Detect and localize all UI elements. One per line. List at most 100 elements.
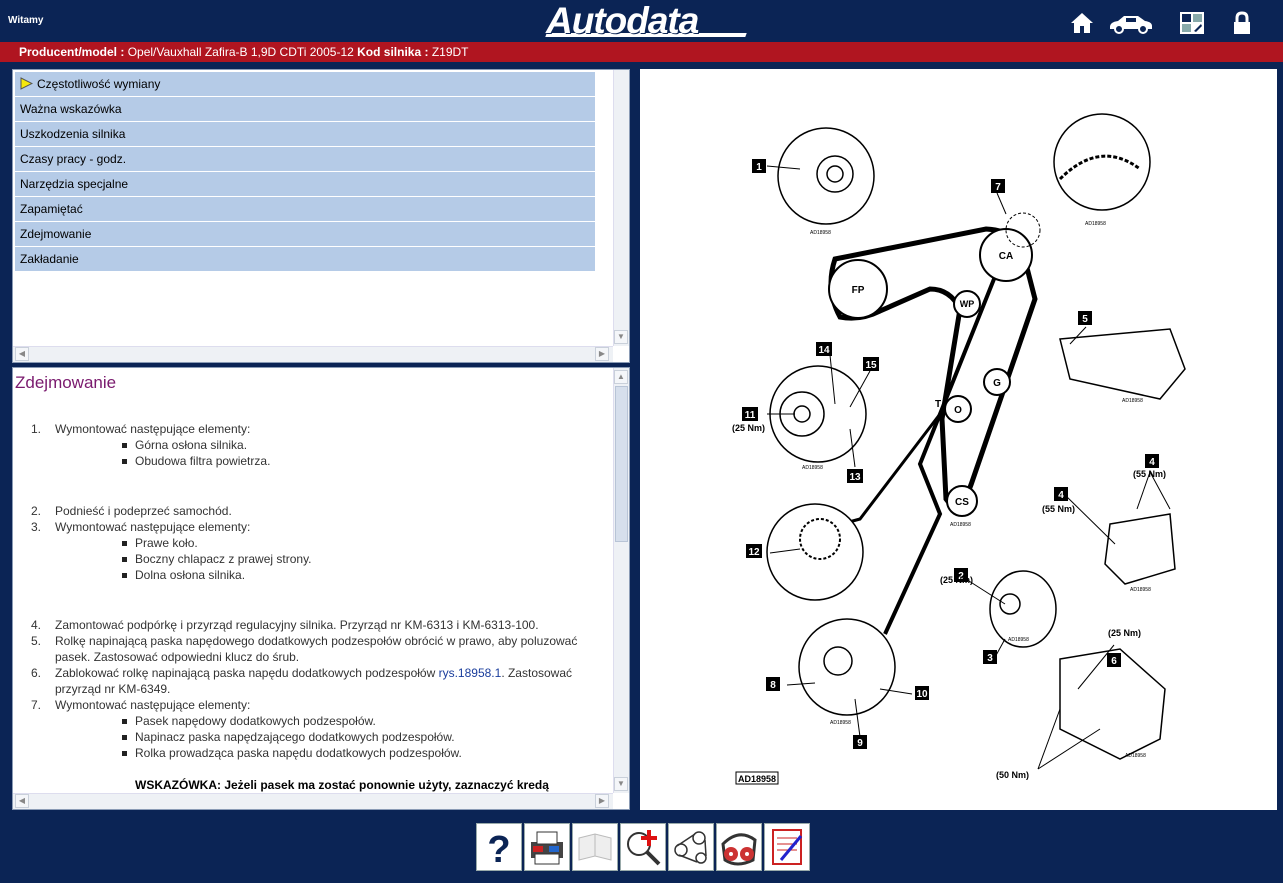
pulley-fp: FP	[828, 259, 888, 319]
pulley-g: G	[983, 368, 1011, 396]
svg-text:?: ?	[487, 829, 510, 870]
scroll-left-icon[interactable]: ◀	[15, 794, 29, 808]
menu-item-removal[interactable]: Zdejmowanie	[15, 222, 595, 246]
torque-4a: (55 Nm)	[1133, 469, 1166, 479]
callout-3: 3	[987, 653, 993, 664]
menu-item-label: Ważna wskazówka	[20, 102, 122, 116]
print-icon[interactable]	[524, 823, 570, 871]
model-value: Opel/Vauxhall Zafira-B 1,9D CDTi 2005-12	[127, 45, 354, 59]
lock-icon[interactable]	[1228, 10, 1256, 36]
list-item: Górna osłona silnika.	[13, 437, 613, 453]
callout-5: 5	[1082, 314, 1088, 325]
scroll-up-icon[interactable]: ▲	[614, 370, 628, 384]
callout-7: 7	[995, 182, 1001, 193]
scroll-left-icon[interactable]: ◀	[15, 347, 29, 361]
scroll-down-icon[interactable]: ▼	[614, 330, 628, 344]
step-2: 2. Podnieść i podeprzeć samochód.	[31, 504, 232, 518]
callout-4b: 4	[1058, 490, 1064, 501]
callout-1: 1	[756, 162, 762, 173]
callout-6: 6	[1111, 656, 1117, 667]
inset-ref: AD18958	[1008, 637, 1029, 643]
figure-link[interactable]: rys.18958.1	[439, 666, 502, 680]
menu-list: Częstotliwość wymiany Ważna wskazówka Us…	[15, 72, 595, 272]
list-item: Rolka prowadząca paska napędu dodatkowyc…	[13, 745, 613, 761]
pulley-o: O	[944, 395, 972, 423]
toolbar: ?	[476, 823, 811, 871]
list-item: Napinacz paska napędzającego dodatkowych…	[13, 729, 613, 745]
callout-12: 12	[748, 547, 760, 558]
vehicle-select-icon[interactable]	[1178, 10, 1206, 36]
menu-vertical-scrollbar[interactable]: ▼	[613, 70, 629, 346]
menu-item-labour-times[interactable]: Czasy pracy - godz.	[15, 147, 595, 171]
notes-icon[interactable]	[572, 823, 618, 871]
callout-10: 10	[916, 689, 928, 700]
torque-2: (25 Nm)	[940, 575, 973, 585]
menu-panel: Częstotliwość wymiany Ważna wskazówka Us…	[12, 69, 630, 363]
detail-inset-7	[1053, 113, 1151, 211]
scroll-right-icon[interactable]: ▶	[595, 794, 609, 808]
car-icon[interactable]	[1106, 10, 1156, 36]
menu-item-engine-damage[interactable]: Uszkodzenia silnika	[15, 122, 595, 146]
menu-item-installation[interactable]: Zakładanie	[15, 247, 595, 271]
torque-4b: (55 Nm)	[1042, 504, 1075, 514]
menu-item-replacement-interval[interactable]: Częstotliwość wymiany	[15, 72, 595, 96]
pulley-cs-label: CS	[955, 497, 969, 508]
procedure-steps: 1. Wymontować następujące elementy: Górna…	[13, 421, 613, 793]
menu-item-special-tools[interactable]: Narzędzia specjalne	[15, 172, 595, 196]
menu-item-important-note[interactable]: Ważna wskazówka	[15, 97, 595, 121]
pulley-o-label: O	[954, 405, 962, 416]
menu-horizontal-scrollbar[interactable]: ◀ ▶	[13, 346, 613, 362]
procedure-title: Zdejmowanie	[15, 373, 117, 392]
diagram-reference: AD18958	[738, 774, 776, 784]
torque-6a: (25 Nm)	[1108, 628, 1141, 638]
callout-15: 15	[865, 360, 877, 371]
pulley-g-label: G	[993, 378, 1001, 389]
menu-item-label: Zakładanie	[20, 252, 79, 266]
callout-13: 13	[849, 472, 861, 483]
checklist-icon[interactable]	[764, 823, 810, 871]
procedure-vertical-scrollbar[interactable]: ▲ ▼	[613, 368, 629, 793]
scroll-thumb[interactable]	[615, 386, 628, 542]
inset-ref: AD18958	[1085, 221, 1106, 227]
detail-inset-12	[766, 503, 864, 601]
pulley-cs: CS	[946, 485, 978, 517]
vehicle-info-bar: Producent/model : Opel/Vauxhall Zafira-B…	[0, 42, 1283, 62]
pulley-wp: WP	[953, 290, 981, 318]
top-header: Witamy Autodata	[0, 0, 1283, 42]
mount-4	[1104, 513, 1176, 585]
engine-value: Z19DT	[431, 45, 469, 59]
pulley-wp-label: WP	[960, 299, 975, 309]
pulley-ca: CA	[979, 228, 1033, 282]
callout-11: 11	[745, 410, 756, 421]
step-6: 6. Zablokować rolkę napinającą paska napę…	[31, 666, 573, 696]
warning-note: WSKAZÓWKA: Jeżeli pasek ma zostać ponown…	[135, 778, 549, 792]
pulley-t-label: T	[935, 399, 941, 410]
scroll-down-icon[interactable]: ▼	[614, 777, 628, 791]
belt-diagram: FP CA WP G O T CS 1 2 3 4 4 5 6 7 8 9 10…	[640, 69, 1277, 810]
menu-item-remember[interactable]: Zapamiętać	[15, 197, 595, 221]
inset-ref: AD18958	[1130, 587, 1151, 593]
list-item: Pasek napędowy dodatkowych podzespołów.	[13, 713, 613, 729]
arrow-right-icon	[20, 74, 34, 90]
list-item: Boczny chlapacz z prawej strony.	[13, 551, 613, 567]
inset-ref: AD18958	[950, 522, 971, 528]
inset-ref: AD18958	[1122, 398, 1143, 404]
help-icon[interactable]: ?	[476, 823, 522, 871]
app-window: Witamy Autodata Producent/model : Opel/V…	[0, 0, 1283, 883]
logo-text: Autodata	[546, 0, 699, 41]
detail-inset-1	[777, 127, 875, 225]
scroll-right-icon[interactable]: ▶	[595, 347, 609, 361]
belt-icon[interactable]	[668, 823, 714, 871]
menu-item-label: Narzędzia specjalne	[20, 177, 129, 191]
menu-item-label: Uszkodzenia silnika	[20, 127, 126, 141]
zoom-icon[interactable]	[620, 823, 666, 871]
callout-4a: 4	[1149, 457, 1155, 468]
inset-ref: AD18958	[830, 720, 851, 726]
procedure-horizontal-scrollbar[interactable]: ◀ ▶	[13, 793, 613, 809]
timing-belt-icon[interactable]	[716, 823, 762, 871]
autodata-logo: Autodata	[542, 0, 752, 42]
list-item: Obudowa filtra powietrza.	[13, 453, 613, 469]
pulley-ca-label: CA	[999, 251, 1013, 262]
crank-pulley-3	[989, 570, 1057, 648]
home-icon[interactable]	[1068, 10, 1096, 36]
